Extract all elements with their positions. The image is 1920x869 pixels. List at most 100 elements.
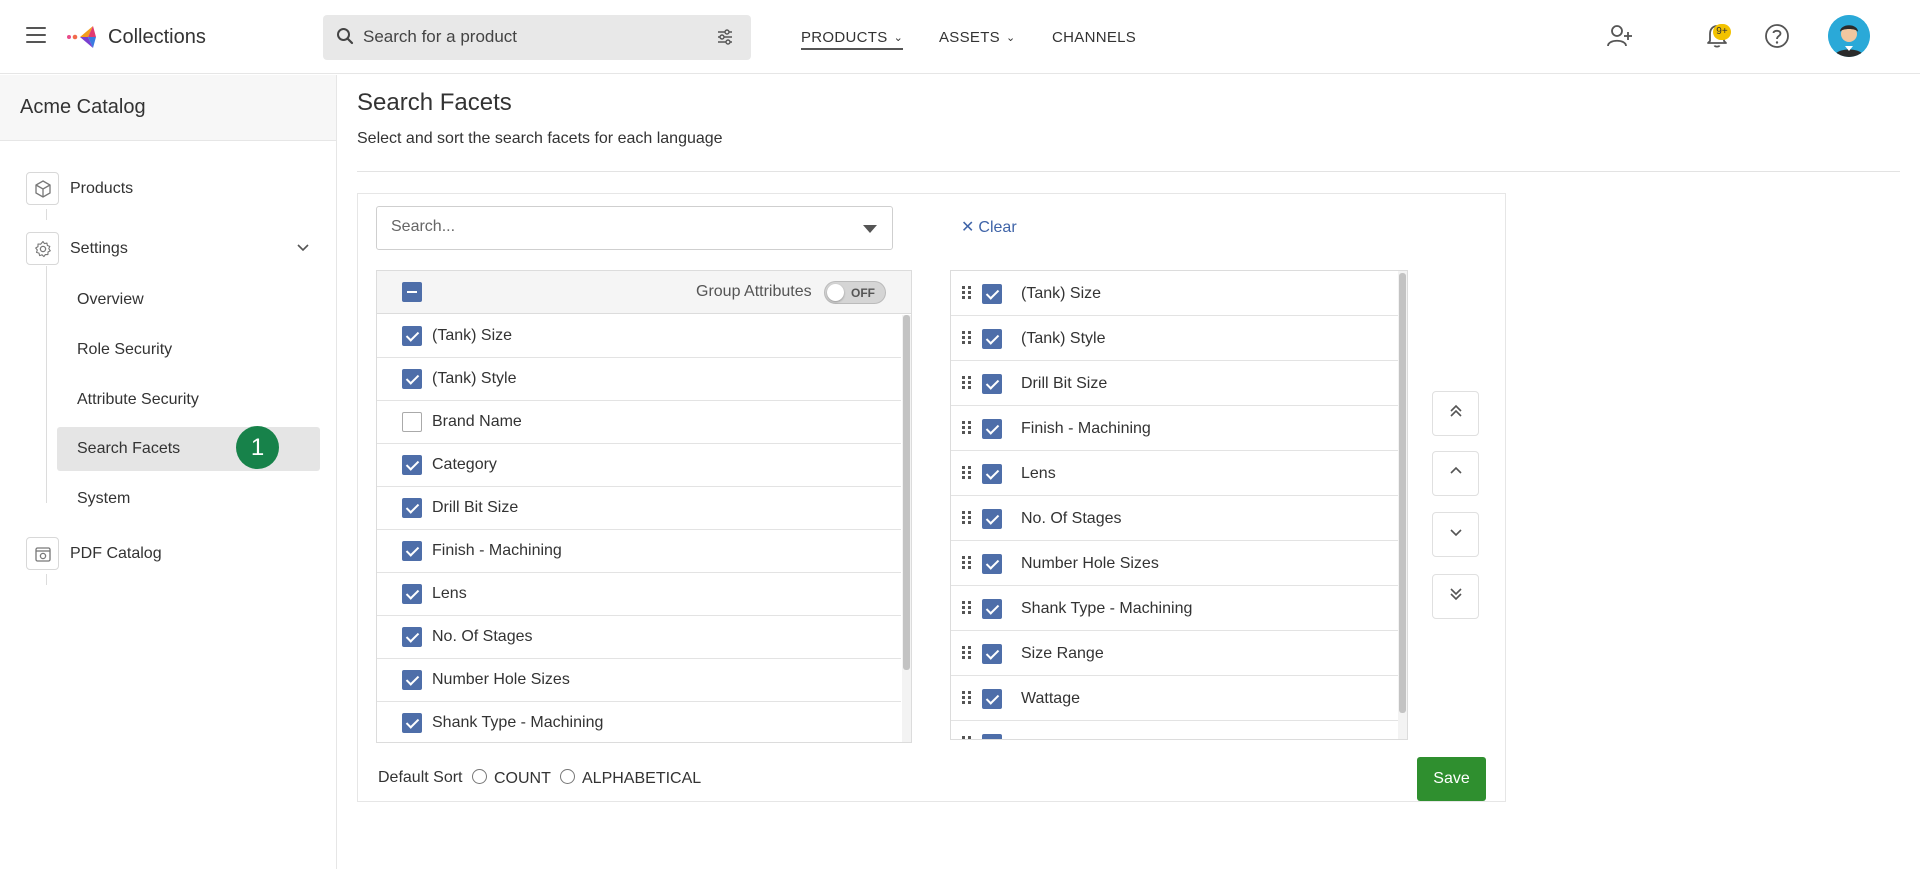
selected-facets-scrollbar[interactable]: [1398, 271, 1407, 739]
facet-checkbox[interactable]: [982, 329, 1002, 349]
chevron-down-icon: ⌄: [1006, 32, 1016, 44]
facet-checkbox[interactable]: [982, 599, 1002, 619]
facet-checkbox[interactable]: [982, 464, 1002, 484]
filter-sliders-icon[interactable]: [717, 29, 733, 50]
sidebar-item-search-facets[interactable]: Search Facets: [57, 427, 320, 471]
facet-checkbox[interactable]: [402, 412, 422, 432]
facet-checkbox[interactable]: [402, 541, 422, 561]
facet-checkbox[interactable]: [982, 734, 1002, 739]
sort-count-label[interactable]: COUNT: [494, 770, 551, 788]
double-chevron-down-icon: [1448, 586, 1464, 607]
available-facet-row[interactable]: Category: [377, 444, 901, 487]
selected-facet-row[interactable]: No. Of Stages: [951, 496, 1398, 541]
nav-channels[interactable]: CHANNELS: [1052, 29, 1136, 46]
user-avatar[interactable]: [1828, 15, 1870, 57]
available-facet-row[interactable]: Shank Type - Machining: [377, 702, 901, 742]
selected-facet-row[interactable]: Size Range: [951, 631, 1398, 676]
selected-facet-row[interactable]: Finish - Machining: [951, 406, 1398, 451]
save-button[interactable]: Save: [1417, 757, 1486, 801]
drag-handle-icon[interactable]: [962, 466, 972, 480]
scrollbar-thumb[interactable]: [903, 315, 910, 670]
drag-handle-icon[interactable]: [962, 286, 972, 300]
sort-alphabetical-radio[interactable]: [560, 769, 575, 784]
facet-checkbox[interactable]: [402, 326, 422, 346]
facet-label: Wattage: [1021, 690, 1080, 707]
selected-facet-row[interactable]: Drill Bit Size: [951, 361, 1398, 406]
sidebar-item-attribute-security[interactable]: Attribute Security: [57, 378, 320, 422]
facet-checkbox[interactable]: [982, 509, 1002, 529]
available-facet-row[interactable]: Drill Bit Size: [377, 487, 901, 530]
sort-count-radio[interactable]: [472, 769, 487, 784]
sidebar-item-system[interactable]: System: [57, 477, 320, 521]
drag-handle-icon[interactable]: [962, 736, 972, 739]
available-facet-row[interactable]: No. Of Stages: [377, 616, 901, 659]
drag-handle-icon[interactable]: [962, 601, 972, 615]
selected-facet-row[interactable]: Wattage: [951, 676, 1398, 721]
selected-facet-row[interactable]: Number Hole Sizes: [951, 541, 1398, 586]
available-facet-row[interactable]: Finish - Machining: [377, 530, 901, 573]
toggle-knob: [827, 284, 844, 301]
help-icon[interactable]: [1764, 23, 1790, 54]
facet-checkbox[interactable]: [402, 627, 422, 647]
nav-products[interactable]: PRODUCTS ⌄: [801, 29, 904, 50]
scrollbar-thumb[interactable]: [1399, 273, 1406, 713]
move-to-bottom-button[interactable]: [1432, 574, 1479, 619]
clear-button[interactable]: ✕ Clear: [961, 217, 1017, 237]
dropdown-caret-icon[interactable]: [863, 225, 877, 233]
selected-facet-row[interactable]: [951, 721, 1398, 739]
selected-facet-row[interactable]: (Tank) Size: [951, 271, 1398, 316]
available-facet-row[interactable]: Brand Name: [377, 401, 901, 444]
available-facet-row[interactable]: (Tank) Size: [377, 315, 901, 358]
facet-search-dropdown[interactable]: [376, 206, 893, 250]
facet-checkbox[interactable]: [982, 554, 1002, 574]
facet-checkbox[interactable]: [402, 713, 422, 733]
drag-handle-icon[interactable]: [962, 511, 972, 525]
chevron-down-icon[interactable]: [296, 240, 310, 259]
add-user-icon[interactable]: [1606, 23, 1634, 54]
selected-facet-row[interactable]: Shank Type - Machining: [951, 586, 1398, 631]
available-facet-row[interactable]: Number Hole Sizes: [377, 659, 901, 702]
page-subtitle: Select and sort the search facets for ea…: [357, 130, 723, 147]
move-to-top-button[interactable]: [1432, 391, 1479, 436]
facet-search-input[interactable]: [391, 218, 841, 236]
sidebar-item-overview[interactable]: Overview: [57, 278, 320, 322]
product-search-input[interactable]: [363, 25, 693, 49]
facet-checkbox[interactable]: [982, 374, 1002, 394]
product-search-bar[interactable]: [323, 15, 751, 60]
drag-handle-icon[interactable]: [962, 556, 972, 570]
drag-handle-icon[interactable]: [962, 646, 972, 660]
facet-label: Size Range: [1021, 645, 1104, 662]
sidebar-item-role-security[interactable]: Role Security: [57, 328, 320, 372]
facet-checkbox[interactable]: [982, 284, 1002, 304]
selected-facet-row[interactable]: (Tank) Style: [951, 316, 1398, 361]
facet-checkbox[interactable]: [402, 369, 422, 389]
facet-label: (Tank) Size: [1021, 285, 1102, 302]
facet-checkbox[interactable]: [402, 498, 422, 518]
available-facets-scrollbar[interactable]: [902, 315, 911, 742]
group-attributes-toggle[interactable]: OFF: [824, 281, 886, 304]
drag-handle-icon[interactable]: [962, 331, 972, 345]
drag-handle-icon[interactable]: [962, 691, 972, 705]
facet-checkbox[interactable]: [402, 584, 422, 604]
drag-handle-icon[interactable]: [962, 421, 972, 435]
available-facet-row[interactable]: Lens: [377, 573, 901, 616]
available-facets-header: Group Attributes OFF: [377, 271, 911, 314]
available-facet-row[interactable]: (Tank) Style: [377, 358, 901, 401]
nav-assets[interactable]: ASSETS ⌄: [939, 29, 1016, 46]
facet-checkbox[interactable]: [402, 455, 422, 475]
selected-facet-row[interactable]: Lens: [951, 451, 1398, 496]
select-all-checkbox[interactable]: [402, 282, 422, 302]
step-badge: 1: [236, 426, 279, 469]
move-up-button[interactable]: [1432, 451, 1479, 496]
facet-checkbox[interactable]: [982, 644, 1002, 664]
sidebar-item-settings[interactable]: Settings: [26, 232, 316, 268]
facet-checkbox[interactable]: [402, 670, 422, 690]
facet-checkbox[interactable]: [982, 419, 1002, 439]
top-bar: Collections PRODUCTS ⌄ ASSETS ⌄ CHANNELS 9…: [0, 0, 1920, 74]
hamburger-menu-icon[interactable]: [26, 27, 46, 43]
sort-alphabetical-label[interactable]: ALPHABETICAL: [582, 770, 701, 788]
facet-label: Shank Type - Machining: [1021, 600, 1193, 617]
move-down-button[interactable]: [1432, 512, 1479, 557]
drag-handle-icon[interactable]: [962, 376, 972, 390]
facet-checkbox[interactable]: [982, 689, 1002, 709]
